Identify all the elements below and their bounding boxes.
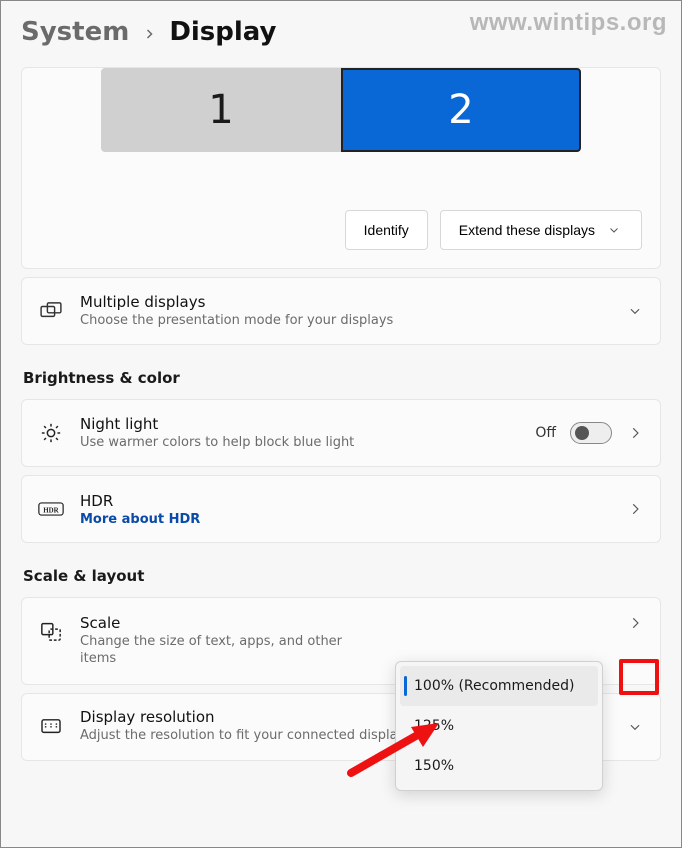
resolution-icon	[38, 718, 64, 736]
chevron-right-icon	[143, 17, 155, 47]
scale-option-100[interactable]: 100% (Recommended)	[400, 666, 598, 706]
chevron-right-icon[interactable]	[626, 614, 644, 632]
annotation-arrow	[343, 721, 443, 781]
multiple-displays-icon	[38, 302, 64, 320]
monitor-2[interactable]: 2	[341, 68, 581, 152]
hdr-title: HDR	[80, 492, 610, 510]
multiple-displays-row[interactable]: Multiple displays Choose the presentatio…	[21, 277, 661, 345]
identify-label: Identify	[364, 222, 409, 238]
chevron-right-icon[interactable]	[626, 424, 644, 442]
hdr-more-link[interactable]: More about HDR	[80, 512, 610, 527]
identify-button[interactable]: Identify	[345, 210, 428, 250]
chevron-down-icon[interactable]	[626, 718, 644, 736]
multiple-displays-sub: Choose the presentation mode for your di…	[80, 313, 610, 330]
section-brightness-color: Brightness & color	[23, 369, 659, 387]
section-scale-layout: Scale & layout	[23, 567, 659, 585]
hdr-row[interactable]: HDR HDR More about HDR	[21, 475, 661, 543]
night-light-state: Off	[535, 425, 556, 441]
scale-sub: Change the size of text, apps, and other…	[80, 634, 370, 668]
night-light-sub: Use warmer colors to help block blue lig…	[80, 435, 519, 452]
monitor-picker[interactable]: 1 2	[40, 68, 642, 152]
svg-text:HDR: HDR	[43, 507, 59, 514]
extend-label: Extend these displays	[459, 222, 595, 238]
breadcrumb: System Display	[1, 1, 681, 67]
night-light-title: Night light	[80, 415, 519, 433]
night-light-icon	[38, 422, 64, 444]
chevron-right-icon[interactable]	[626, 500, 644, 518]
scale-icon	[38, 620, 64, 642]
night-light-toggle[interactable]	[570, 422, 612, 444]
chevron-down-icon	[605, 221, 623, 239]
breadcrumb-root[interactable]: System	[21, 17, 129, 47]
multiple-displays-title: Multiple displays	[80, 293, 610, 311]
highlight-box	[619, 659, 659, 695]
extend-displays-dropdown[interactable]: Extend these displays	[440, 210, 642, 250]
breadcrumb-current: Display	[169, 17, 276, 47]
display-arrangement-panel: 1 2 Identify Extend these displays	[21, 67, 661, 269]
chevron-down-icon[interactable]	[626, 302, 644, 320]
night-light-row[interactable]: Night light Use warmer colors to help bl…	[21, 399, 661, 467]
hdr-icon: HDR	[38, 501, 64, 517]
monitor-1[interactable]: 1	[101, 68, 341, 152]
scale-title: Scale	[80, 614, 370, 632]
